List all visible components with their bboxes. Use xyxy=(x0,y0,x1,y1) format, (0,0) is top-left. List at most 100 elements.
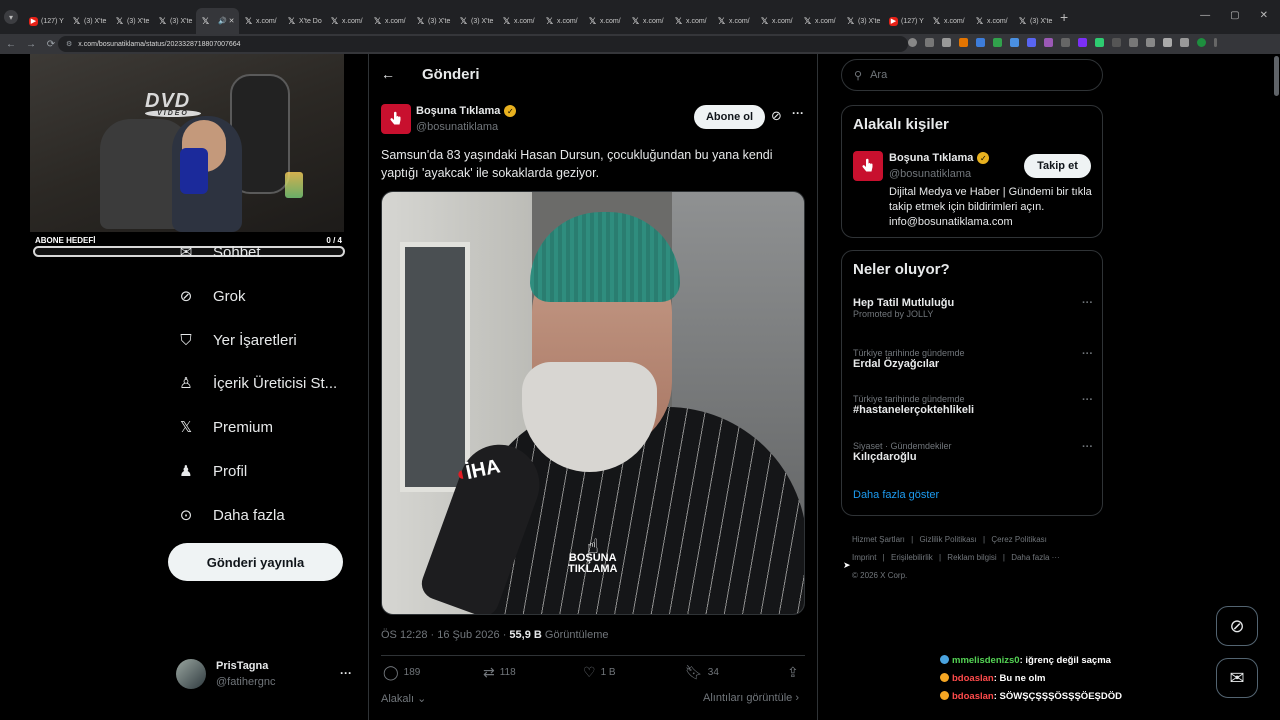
view-quotes-link[interactable]: Alıntıları görüntüle › xyxy=(703,692,799,704)
browser-menu-icon[interactable] xyxy=(1214,38,1217,47)
profile-avatar-icon[interactable] xyxy=(1197,38,1206,47)
footer-link[interactable]: Reklam bilgisi xyxy=(947,553,996,562)
back-nav-icon[interactable]: ← xyxy=(6,39,16,50)
browser-tab[interactable]: 𝕏x.com/ xyxy=(798,8,841,34)
repost-button[interactable]: ⇄ 118 xyxy=(483,664,516,681)
browser-tab[interactable]: 𝕏x.com/ xyxy=(712,8,755,34)
footer-link[interactable]: Çerez Politikası xyxy=(991,535,1047,544)
browser-tab[interactable]: 𝕏x.com/ xyxy=(325,8,368,34)
browser-tab[interactable]: 𝕏x.com/ xyxy=(540,8,583,34)
nav-item-mail[interactable]: ✉ Sohbet xyxy=(176,237,261,267)
post-button[interactable]: Gönderi yayınla xyxy=(168,543,343,581)
like-button[interactable]: ♡ 1 B xyxy=(583,664,616,681)
nav-item-more-circle[interactable]: ⊙ Daha fazla xyxy=(176,500,285,530)
footer-link[interactable]: Erişilebilirlik xyxy=(891,553,933,562)
browser-tab[interactable]: 𝕏 (3) X'te xyxy=(411,8,454,34)
close-tab-icon[interactable]: 🔊 ✕ xyxy=(218,17,235,25)
reply-sort-dropdown[interactable]: Alakalı ⌄ xyxy=(381,692,426,705)
browser-tab[interactable]: 𝕏x.com/ xyxy=(970,8,1013,34)
download-icon[interactable] xyxy=(1163,38,1172,47)
extension-icon[interactable] xyxy=(1180,38,1189,47)
nav-item-creator-studio[interactable]: ♙ İçerik Üreticisi St... xyxy=(176,368,337,398)
show-more-link[interactable]: Daha fazla göster xyxy=(853,489,939,501)
site-info-icon[interactable]: ⚙ xyxy=(66,40,72,48)
browser-tab[interactable]: ▶ (127) Y xyxy=(24,8,67,34)
extension-icon[interactable] xyxy=(1095,38,1104,47)
grok-icon[interactable]: ⊘ xyxy=(771,108,782,124)
close-window-icon[interactable]: ✕ xyxy=(1260,10,1268,21)
account-switcher[interactable]: PrisTagna @fatihergnc ··· xyxy=(176,656,356,692)
bookmark-star-icon[interactable] xyxy=(942,38,951,47)
maximize-icon[interactable]: ▢ xyxy=(1230,10,1239,21)
footer-link[interactable]: Imprint xyxy=(852,553,876,562)
browser-tab[interactable]: 𝕏 (3) X'te xyxy=(454,8,497,34)
forward-nav-icon[interactable]: → xyxy=(26,39,36,50)
trend-item[interactable]: Siyaset · Gündemdekiler Kılıçdaroğlu ··· xyxy=(853,441,1093,463)
author-handle[interactable]: @bosunatiklama xyxy=(416,121,498,133)
more-icon[interactable]: ··· xyxy=(340,666,352,680)
browser-tab[interactable]: 𝕏x.com/ xyxy=(583,8,626,34)
browser-tab[interactable]: 𝕏 X'te Do xyxy=(282,8,325,34)
puzzle-icon[interactable] xyxy=(1146,38,1155,47)
browser-tab[interactable]: 𝕏 (3) X'te xyxy=(841,8,884,34)
extension-icon[interactable] xyxy=(1027,38,1036,47)
zoom-icon[interactable] xyxy=(908,38,917,47)
author-name[interactable]: Boşuna Tıklama ✓ xyxy=(416,105,517,117)
nav-item-bookmark[interactable]: ⛉ Yer İşaretleri xyxy=(176,325,296,355)
more-icon[interactable]: ··· xyxy=(1082,297,1093,309)
reload-icon[interactable]: ⟳ xyxy=(46,39,56,50)
trend-item[interactable]: Türkiye tarihinde gündemde #hastanelerçok… xyxy=(853,394,1093,416)
bookmark-button[interactable]: 🔖︎ 34 xyxy=(685,664,719,681)
browser-tab[interactable]: 𝕏 (3) X'te xyxy=(1013,8,1056,34)
browser-tab[interactable]: 𝕏 (3) X'te xyxy=(153,8,196,34)
trend-item[interactable]: Türkiye tarihinde gündemde Erdal Özyağcıl… xyxy=(853,348,1093,370)
share-button[interactable]: ⇪ xyxy=(787,664,799,681)
nav-item-grok[interactable]: ⊘ Grok xyxy=(176,281,246,311)
extension-icon[interactable] xyxy=(1044,38,1053,47)
search-input[interactable]: ⚲ Ara xyxy=(841,59,1103,91)
more-icon[interactable]: ··· xyxy=(1082,348,1093,360)
extension-icon[interactable] xyxy=(959,38,968,47)
footer-link[interactable]: Hizmet Şartları xyxy=(852,535,905,544)
browser-tab[interactable]: 𝕏x.com/ xyxy=(755,8,798,34)
browser-tab[interactable]: 𝕏x.com/ xyxy=(239,8,282,34)
browser-tab[interactable]: 𝕏x.com/ xyxy=(669,8,712,34)
browser-tab[interactable]: 𝕏x.com/ xyxy=(497,8,540,34)
post-time[interactable]: ÖS 12:28 · 16 Şub 2026 · xyxy=(381,629,509,641)
more-icon[interactable]: ··· xyxy=(1082,394,1093,406)
new-tab-icon[interactable]: + xyxy=(1060,9,1068,25)
minimize-icon[interactable]: — xyxy=(1200,10,1210,21)
nav-item-x-logo[interactable]: 𝕏 Premium xyxy=(176,412,273,442)
related-handle[interactable]: @bosunatiklama xyxy=(889,168,971,180)
browser-tab[interactable]: ▶ (127) Y xyxy=(884,8,927,34)
back-arrow-icon[interactable]: ← xyxy=(381,66,395,82)
browser-tab[interactable]: 𝕏x.com/ xyxy=(626,8,669,34)
subscribe-button[interactable]: Abone ol xyxy=(694,105,765,129)
messages-fab[interactable]: ✉ xyxy=(1216,658,1258,698)
extension-icon[interactable] xyxy=(1061,38,1070,47)
address-bar[interactable]: ⚙ x.com/bosunatiklama/status/20233287188… xyxy=(58,36,908,52)
browser-tab[interactable]: 𝕏x.com/ xyxy=(927,8,970,34)
grok-fab[interactable]: ⊘ xyxy=(1216,606,1258,646)
browser-tab[interactable]: 𝕏x.com/ xyxy=(368,8,411,34)
reply-button[interactable]: ◯ 189 xyxy=(383,664,420,681)
extension-icon[interactable] xyxy=(976,38,985,47)
related-avatar[interactable] xyxy=(853,151,883,181)
browser-tab[interactable]: 𝕏 (3) X'te xyxy=(67,8,110,34)
more-icon[interactable]: ··· xyxy=(1082,441,1093,453)
extension-icon[interactable] xyxy=(1112,38,1121,47)
nav-item-profile[interactable]: ♟ Profil xyxy=(176,456,247,486)
author-avatar[interactable] xyxy=(381,104,411,134)
extension-icon[interactable] xyxy=(1129,38,1138,47)
extension-icon[interactable] xyxy=(993,38,1002,47)
browser-tab[interactable]: 𝕏 (3) X'te xyxy=(110,8,153,34)
page-scrollbar[interactable] xyxy=(1274,56,1279,96)
cast-icon[interactable] xyxy=(925,38,934,47)
footer-link[interactable]: Daha fazla ··· xyxy=(1011,553,1059,562)
footer-link[interactable]: Gizlilik Politikası xyxy=(919,535,976,544)
related-name[interactable]: Boşuna Tıklama ✓ xyxy=(889,152,990,164)
extension-icon[interactable] xyxy=(1078,38,1087,47)
trend-item[interactable]: Hep Tatil Mutluluğu Promoted by JOLLY ··· xyxy=(853,297,1093,319)
browser-tab[interactable]: 𝕏 🔊 ✕ xyxy=(196,8,239,34)
more-icon[interactable]: ··· xyxy=(792,106,804,120)
